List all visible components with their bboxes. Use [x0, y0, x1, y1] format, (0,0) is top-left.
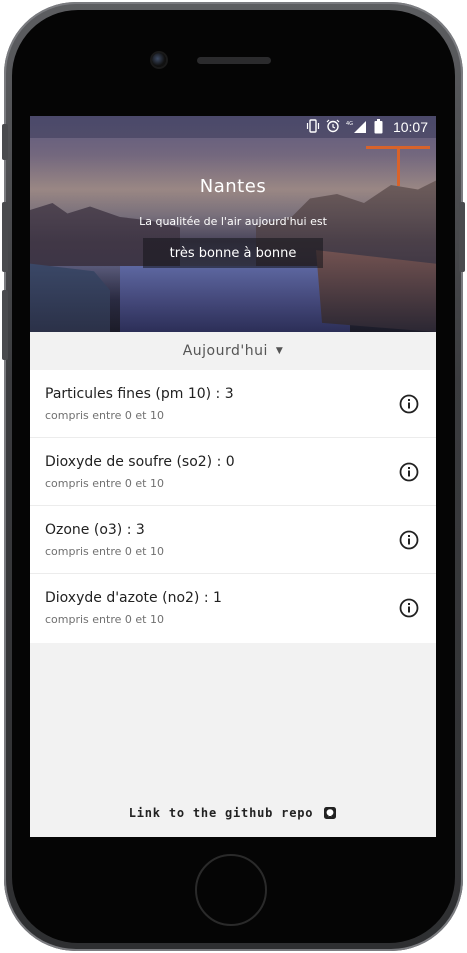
github-icon — [324, 807, 337, 819]
alarm-icon — [326, 119, 340, 135]
period-dropdown-label: Aujourd'hui — [182, 343, 268, 359]
pollutant-title: Dioxyde d'azote (no2) : 1 — [45, 590, 222, 606]
list-item: Ozone (o3) : 3 compris entre 0 et 10 — [30, 506, 436, 574]
info-icon[interactable] — [399, 462, 419, 482]
info-icon[interactable] — [399, 394, 419, 414]
air-quality-subtitle: La qualitée de l'air aujourd'hui est — [139, 215, 327, 228]
power-button — [459, 202, 465, 272]
status-bar: 4G 10:07 — [30, 116, 436, 138]
earpiece-speaker — [197, 57, 271, 64]
pollutant-range: compris entre 0 et 10 — [45, 409, 164, 422]
pollutant-range: compris entre 0 et 10 — [45, 545, 164, 558]
volume-down-button — [2, 290, 8, 360]
air-quality-level: très bonne à bonne — [143, 238, 323, 268]
4g-signal-icon: 4G — [346, 119, 368, 135]
pollutant-range: compris entre 0 et 10 — [45, 477, 164, 490]
list-item: Dioxyde de soufre (so2) : 0 compris entr… — [30, 438, 436, 506]
status-time: 10:07 — [392, 119, 428, 135]
pollutant-list: Particules fines (pm 10) : 3 compris ent… — [30, 370, 436, 643]
period-dropdown[interactable]: Aujourd'hui ▼ — [30, 332, 436, 370]
hero-canal-water — [120, 266, 350, 332]
list-item: Particules fines (pm 10) : 3 compris ent… — [30, 370, 436, 438]
list-item: Dioxyde d'azote (no2) : 1 compris entre … — [30, 574, 436, 643]
pollutant-title: Particules fines (pm 10) : 3 — [45, 386, 234, 402]
github-link[interactable]: Link to the github repo — [30, 806, 436, 820]
pollutant-title: Dioxyde de soufre (so2) : 0 — [45, 454, 235, 470]
city-name: Nantes — [199, 176, 267, 197]
pollutant-range: compris entre 0 et 10 — [45, 613, 164, 626]
github-link-text: Link to the github repo — [128, 806, 314, 820]
caret-down-icon: ▼ — [275, 346, 284, 356]
mute-switch — [2, 124, 8, 160]
front-camera — [152, 53, 166, 67]
air-quality-level-text: très bonne à bonne — [169, 245, 297, 261]
info-icon[interactable] — [399, 598, 419, 618]
vibrate-icon — [306, 119, 320, 135]
app-screen: Nantes La qualitée de l'air aujourd'hui … — [30, 116, 436, 837]
info-icon[interactable] — [399, 530, 419, 550]
hero-boat-left — [30, 263, 110, 332]
svg-text:4G: 4G — [346, 121, 353, 127]
pollutant-title: Ozone (o3) : 3 — [45, 522, 145, 538]
volume-up-button — [2, 202, 8, 272]
battery-icon — [374, 118, 383, 136]
hero-banner: Nantes La qualitée de l'air aujourd'hui … — [30, 116, 436, 332]
home-button[interactable] — [195, 854, 267, 926]
